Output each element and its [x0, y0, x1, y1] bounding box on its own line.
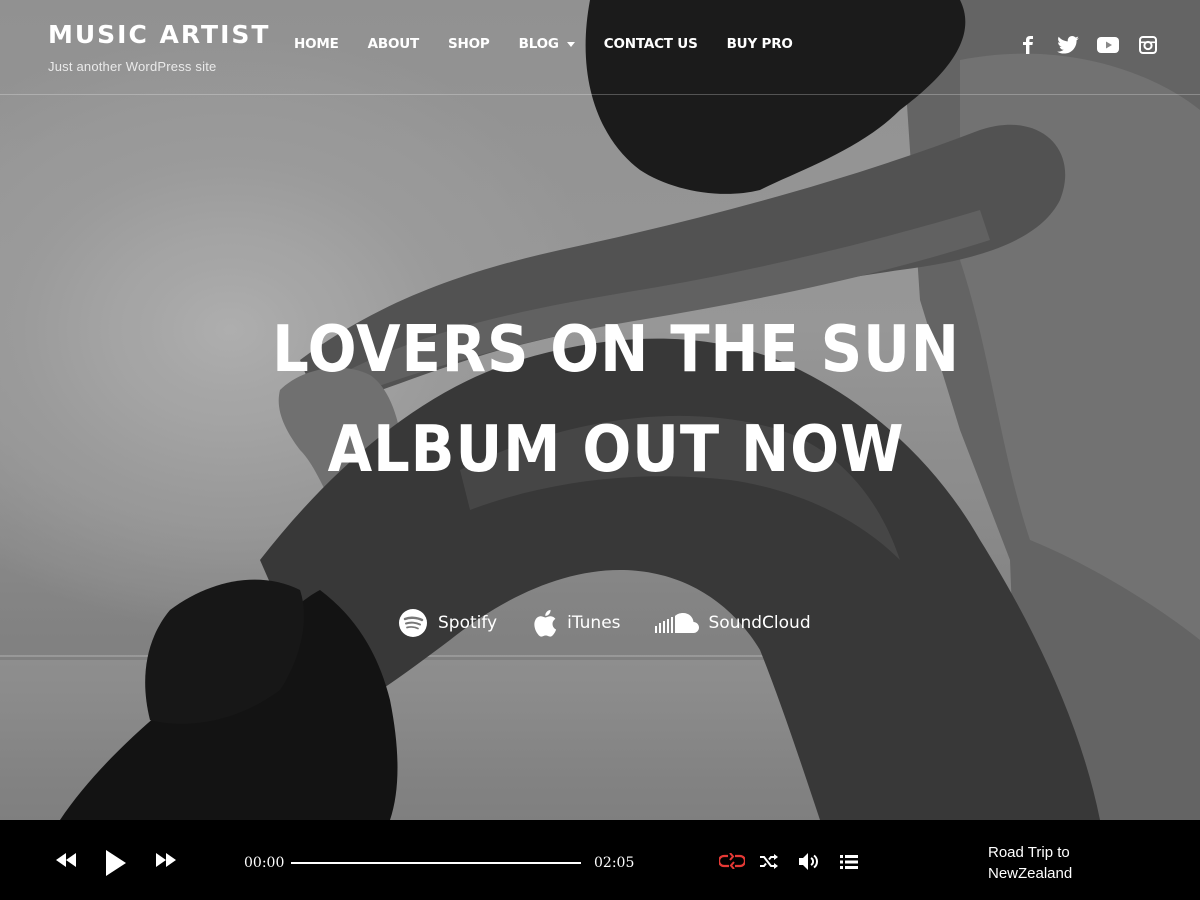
nav-home-label: HOME: [294, 36, 339, 52]
nav-blog[interactable]: BLOG: [519, 36, 575, 52]
current-time: 00:00: [244, 855, 285, 871]
loop-icon[interactable]: [719, 853, 745, 869]
instagram-icon[interactable]: [1136, 34, 1160, 56]
spotify-label: Spotify: [438, 613, 498, 633]
headline-line-2: ALBUM OUT NOW: [327, 413, 905, 487]
nav-about[interactable]: ABOUT: [367, 36, 420, 52]
nav-buy-pro-label: BUY PRO: [726, 36, 793, 52]
site-branding: MUSIC ARTIST Just another WordPress site: [48, 20, 270, 74]
shuffle-icon[interactable]: [760, 854, 778, 869]
nav-about-label: ABOUT: [367, 36, 420, 52]
streaming-links: Spotify iTunes SoundCloud: [398, 608, 845, 638]
spotify-link[interactable]: Spotify: [398, 608, 497, 638]
soundcloud-icon: [654, 612, 699, 634]
twitter-icon[interactable]: [1056, 34, 1080, 56]
apple-icon: [531, 608, 557, 638]
nav-shop-label: SHOP: [448, 36, 490, 52]
volume-icon[interactable]: [799, 853, 820, 870]
nav-shop[interactable]: SHOP: [448, 36, 490, 52]
rewind-icon[interactable]: [56, 853, 76, 867]
itunes-label: iTunes: [567, 613, 621, 633]
site-title[interactable]: MUSIC ARTIST: [48, 20, 270, 49]
youtube-icon[interactable]: [1096, 34, 1120, 56]
itunes-link[interactable]: iTunes: [531, 608, 621, 638]
track-title: Road Trip to NewZealand: [988, 844, 1073, 882]
duration: 02:05: [594, 855, 635, 871]
fast-forward-icon[interactable]: [156, 853, 176, 867]
nav-contact[interactable]: CONTACT US: [604, 36, 698, 52]
playlist-icon[interactable]: [840, 855, 858, 869]
soundcloud-label: SoundCloud: [708, 613, 811, 633]
nav-blog-label: BLOG: [518, 36, 559, 52]
chevron-down-icon: [566, 41, 575, 47]
facebook-icon[interactable]: [1016, 34, 1040, 56]
headline-line-1: LOVERS ON THE SUN: [272, 313, 960, 387]
audio-player: 00:00 02:05 Road Trip to NewZealand: [0, 820, 1200, 900]
site-tagline: Just another WordPress site: [48, 59, 217, 74]
main-navigation: HOME ABOUT SHOP BLOG CONTACT US BUY PRO: [294, 36, 822, 52]
nav-buy-pro[interactable]: BUY PRO: [727, 36, 793, 52]
site-header: MUSIC ARTIST Just another WordPress site…: [0, 0, 1200, 95]
spotify-icon: [398, 608, 428, 638]
soundcloud-link[interactable]: SoundCloud: [654, 612, 811, 634]
progress-bar[interactable]: [291, 862, 581, 864]
play-icon[interactable]: [106, 850, 126, 876]
nav-contact-label: CONTACT US: [603, 36, 698, 52]
nav-home[interactable]: HOME: [294, 36, 339, 52]
social-links: [1016, 34, 1160, 56]
hero-headline: LOVERS ON THE SUN ALBUM OUT NOW: [0, 300, 1200, 500]
